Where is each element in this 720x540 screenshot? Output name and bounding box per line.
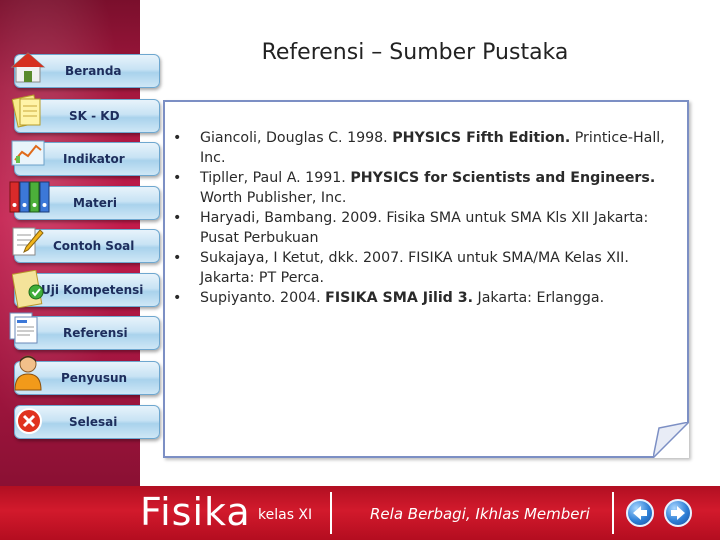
reference-item: Giancoli, Douglas C. 1998. PHYSICS Fifth… [173, 128, 683, 168]
nav-label: Referensi [63, 326, 128, 340]
nav-label: SK - KD [69, 109, 120, 123]
nav-label: Materi [73, 196, 117, 210]
references-panel: Giancoli, Douglas C. 1998. PHYSICS Fifth… [163, 100, 689, 458]
document-stack-icon [9, 312, 38, 344]
nav-label: Contoh Soal [53, 239, 135, 253]
reference-item: Supiyanto. 2004. FISIKA SMA Jilid 3. Jak… [173, 288, 683, 308]
notes-icon [12, 94, 41, 128]
home-icon [10, 52, 46, 83]
chart-board-icon [11, 140, 45, 166]
arrow-right-icon [671, 506, 685, 520]
reference-item: Sukajaya, I Ketut, dkk. 2007. FISIKA unt… [173, 248, 683, 288]
nav-label: Uji Kompetensi [41, 283, 144, 297]
check-icon [12, 270, 44, 309]
page-curl [653, 422, 689, 458]
footer-class-label: kelas XI [258, 507, 313, 523]
nav-label: Penyusun [61, 371, 128, 385]
reference-list: Giancoli, Douglas C. 1998. PHYSICS Fifth… [173, 128, 683, 308]
footer-divider [612, 492, 614, 534]
nav-label: Indikator [63, 152, 125, 166]
person-icon [14, 355, 42, 391]
reference-item: Tipller, Paul A. 1991. PHYSICS for Scien… [173, 168, 683, 208]
nav-label: Selesai [69, 415, 118, 429]
binders-icon [9, 181, 50, 213]
close-icon [16, 408, 42, 434]
slide-title: Referensi – Sumber Pustaka [261, 40, 569, 65]
footer-brand: Fisika [140, 490, 251, 534]
footer-motto: Rela Berbagi, Ikhlas Memberi [370, 505, 590, 523]
reference-item: Haryadi, Bambang. 2009. Fisika SMA untuk… [173, 208, 683, 248]
arrow-left-icon [633, 506, 647, 520]
paper-pencil-icon [12, 227, 44, 256]
footer-divider [330, 492, 332, 534]
prev-button[interactable] [626, 499, 654, 527]
next-button[interactable] [664, 499, 692, 527]
nav-label: Beranda [65, 64, 122, 78]
